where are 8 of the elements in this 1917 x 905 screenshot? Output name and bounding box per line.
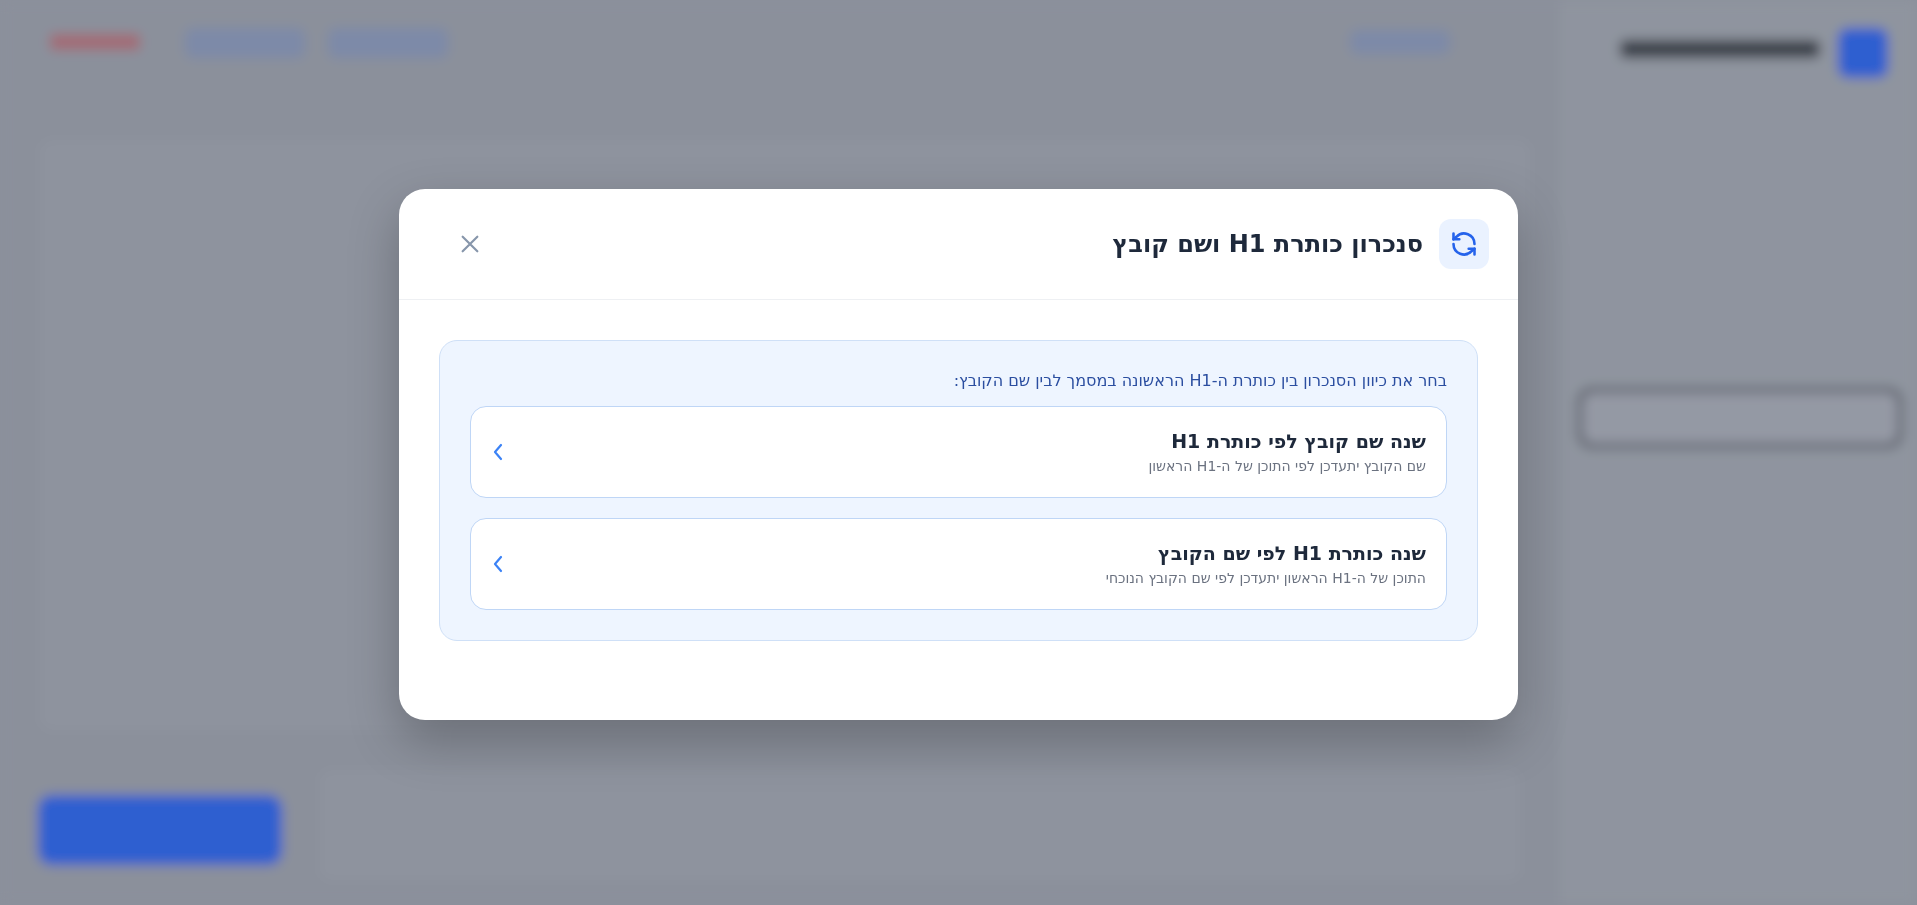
close-icon: [459, 233, 481, 255]
dialog-title: סנכרון כותרת H1 ושם קובץ: [1111, 230, 1423, 258]
sync-icon: [1439, 219, 1489, 269]
option-button[interactable]: שנה שם קובץ לפי כותרת H1 שם הקובץ יתעדכן לפי התוכן של ה-H1 הראשון: [470, 406, 1447, 498]
chevron-icon: [491, 442, 505, 462]
chevron-icon: [491, 554, 505, 574]
option-button[interactable]: שנה כותרת H1 לפי שם הקובץ התוכן של ה-H1 הראשון יתעדכן לפי שם הקובץ הנוכחי: [470, 518, 1447, 610]
instruction-text: בחר את כיוון הסנכרון בין כותרת ה-H1 הראשונה במסמך לבין שם הקובץ:: [952, 371, 1447, 390]
